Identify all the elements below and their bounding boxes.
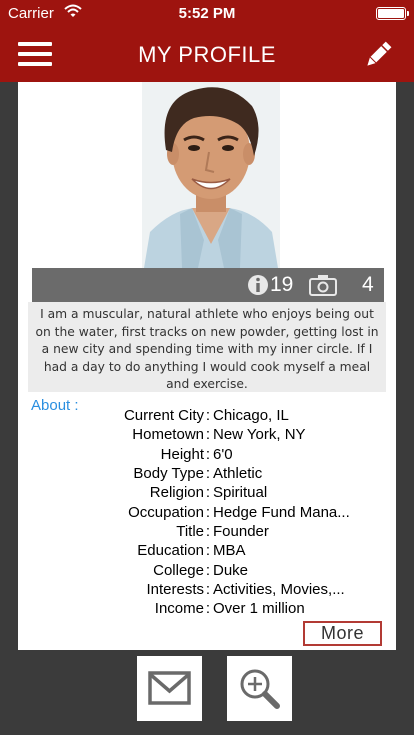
detail-value: Chicago, IL <box>213 407 289 425</box>
page-title: MY PROFILE <box>138 42 276 67</box>
pencil-icon[interactable] <box>362 39 394 71</box>
detail-row: Interests: Activities, Movies,... <box>28 580 386 599</box>
detail-row: Current City: Chicago, IL <box>28 406 386 425</box>
detail-value: MBA <box>213 542 246 560</box>
detail-row: Education: MBA <box>28 541 386 560</box>
detail-colon: : <box>205 484 211 502</box>
detail-row: Religion: Spiritual <box>28 483 386 502</box>
detail-row: Income: Over 1 million <box>28 599 386 618</box>
detail-row: Body Type: Athletic <box>28 464 386 483</box>
camera-icon[interactable] <box>309 274 337 301</box>
detail-label: Interests <box>146 580 204 598</box>
profile-stats-bar: 19 4 <box>32 268 384 302</box>
detail-colon: : <box>205 561 211 579</box>
profile-photo[interactable] <box>142 82 280 268</box>
detail-value: Founder <box>213 522 269 540</box>
detail-value: New York, NY <box>213 426 306 444</box>
detail-value: Athletic <box>213 465 263 483</box>
battery-icon <box>376 7 409 20</box>
detail-label: College <box>153 561 204 579</box>
detail-label: Body Type <box>133 465 204 483</box>
detail-label: Income <box>154 600 204 618</box>
detail-colon: : <box>205 503 211 521</box>
detail-value: Duke <box>213 561 249 579</box>
zoom-button[interactable] <box>227 656 292 721</box>
detail-colon: : <box>205 600 211 618</box>
detail-colon: : <box>205 580 211 598</box>
detail-value: Over 1 million <box>213 600 305 618</box>
detail-value: Spiritual <box>213 484 268 502</box>
detail-row: Title: Founder <box>28 522 386 541</box>
detail-row: Occupation: Hedge Fund Mana... <box>28 502 386 521</box>
message-button[interactable] <box>137 656 202 721</box>
magnifier-plus-icon <box>227 669 292 725</box>
detail-colon: : <box>205 407 211 425</box>
detail-label: Education <box>137 542 204 560</box>
detail-row: Height:6'0 <box>28 445 386 464</box>
detail-colon: : <box>205 465 211 483</box>
detail-label: Current City <box>123 407 204 425</box>
detail-colon: : <box>205 445 211 463</box>
photo-count: 4 <box>362 273 374 296</box>
detail-label: Height <box>160 445 204 463</box>
detail-colon: : <box>205 426 211 444</box>
status-time: 5:52 PM <box>178 5 236 22</box>
detail-row: Hometown: New York, NY <box>28 425 386 444</box>
details-list: Current City: Chicago, IL Hometown: New Yor… <box>28 406 386 618</box>
detail-label: Title <box>176 522 204 540</box>
status-bar: Carrier 5:52 PM <box>0 0 414 28</box>
info-count: 19 <box>270 273 294 296</box>
profile-bio: I am a muscular, natural athlete who enj… <box>28 302 386 392</box>
detail-value: 6'0 <box>213 445 233 463</box>
detail-label: Religion <box>149 484 204 502</box>
detail-colon: : <box>205 522 211 540</box>
detail-label: Hometown <box>132 426 204 444</box>
envelope-icon <box>137 671 202 725</box>
detail-label: Occupation <box>128 503 204 521</box>
more-button[interactable]: More <box>303 621 382 646</box>
detail-value: Activities, Movies,... <box>213 580 345 598</box>
detail-row: College: Duke <box>28 560 386 579</box>
detail-colon: : <box>205 542 211 560</box>
about-section: About : Current City: Chicago, IL Hometown… <box>28 392 386 617</box>
info-icon[interactable] <box>247 274 269 301</box>
nav-bar: MY PROFILE <box>0 28 414 82</box>
detail-value: Hedge Fund Mana... <box>213 503 350 521</box>
profile-card: 19 4 I am a muscular, natural athlete wh… <box>18 82 396 650</box>
